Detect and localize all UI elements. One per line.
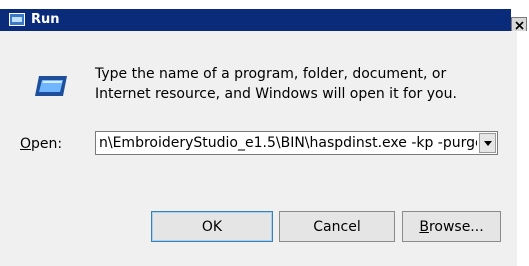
dropdown-button[interactable]	[479, 133, 496, 153]
run-icon	[9, 13, 25, 26]
open-label-accelerator: O	[20, 136, 32, 152]
open-label: Open:	[20, 136, 62, 152]
dialog-description: Type the name of a program, folder, docu…	[95, 66, 457, 102]
open-combobox[interactable]: n\EmbroideryStudio_e1.5\BIN\haspdinst.ex…	[95, 131, 498, 155]
browse-label: rowse...	[428, 218, 484, 235]
window-title: Run	[31, 12, 60, 27]
cancel-button[interactable]: Cancel	[279, 211, 395, 242]
chevron-down-icon	[483, 140, 492, 146]
open-input[interactable]: n\EmbroideryStudio_e1.5\BIN\haspdinst.ex…	[96, 132, 477, 154]
browse-button[interactable]: Browse...	[402, 211, 501, 242]
program-window-icon	[35, 76, 67, 96]
run-dialog: Run Type the name of a program, folder, …	[0, 0, 529, 266]
ok-button[interactable]: OK	[151, 211, 273, 242]
title-bar[interactable]: Run	[0, 9, 511, 31]
browse-accelerator: B	[419, 218, 429, 235]
close-icon	[514, 20, 524, 30]
open-label-text: pen:	[31, 136, 63, 152]
window-frame	[517, 31, 529, 266]
